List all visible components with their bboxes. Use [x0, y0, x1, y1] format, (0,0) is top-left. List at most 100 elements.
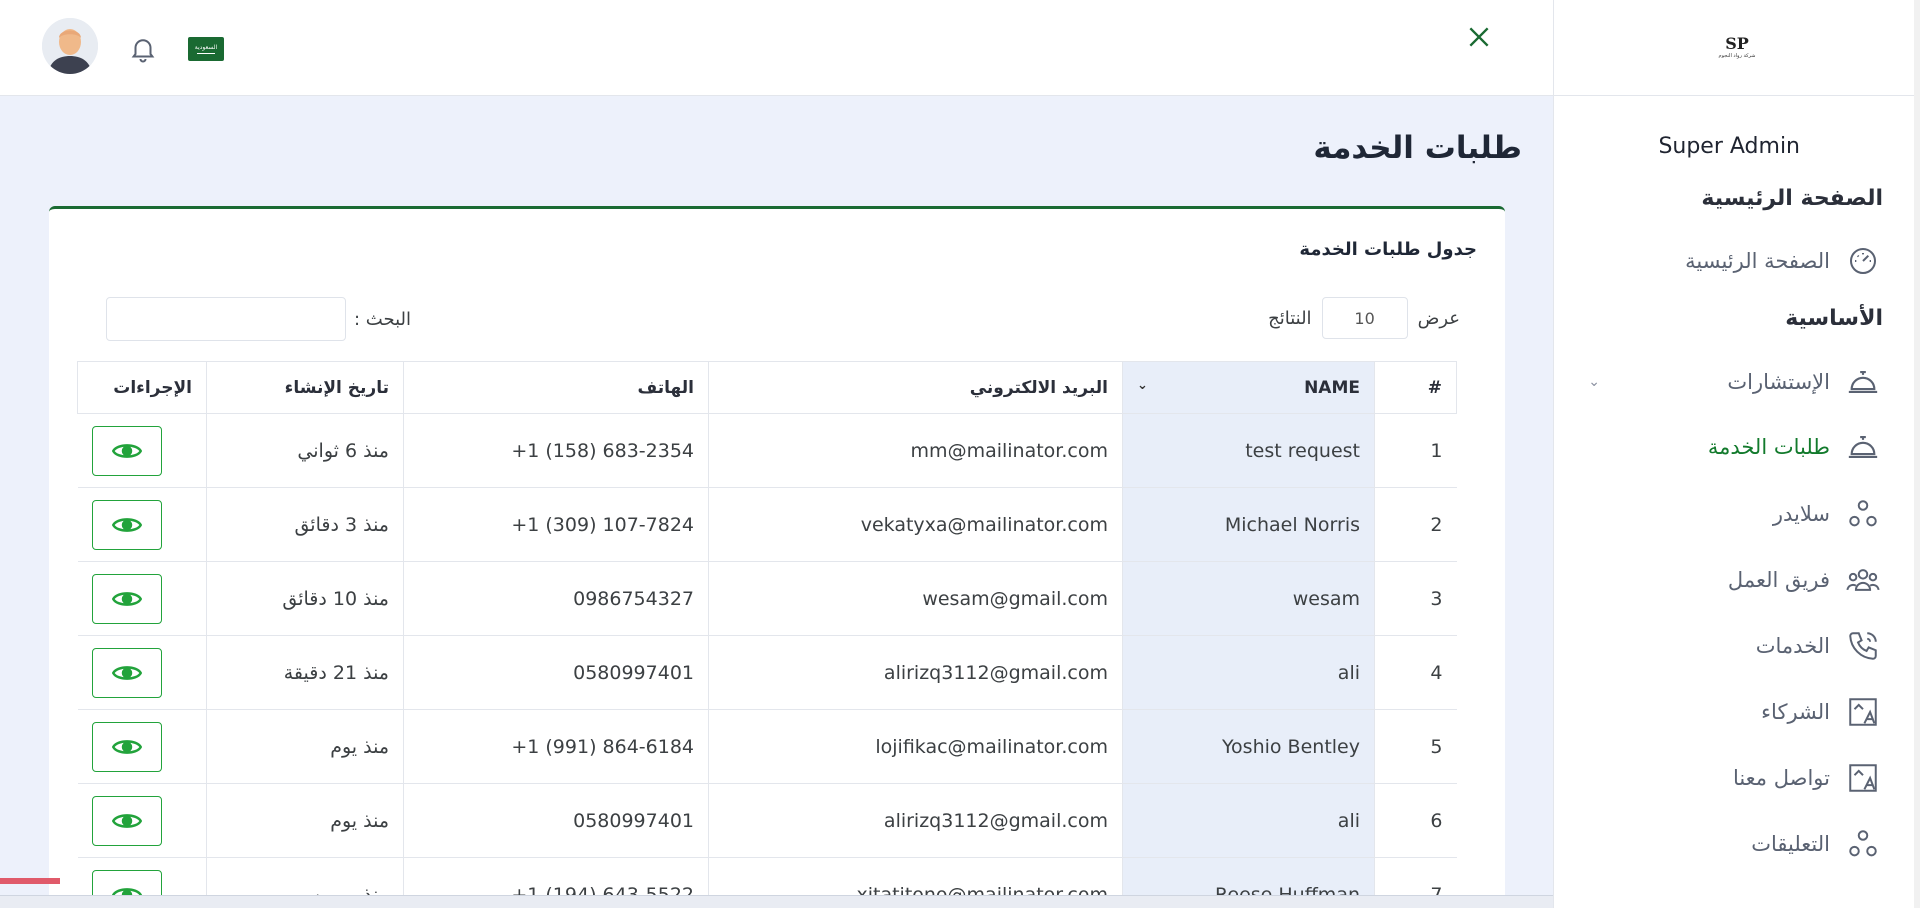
sidebar-scrollbar[interactable] — [1914, 0, 1920, 908]
user-role: Super Admin — [1658, 134, 1800, 159]
column-header-name[interactable]: NAME ⌄ — [1122, 361, 1375, 414]
gears-icon — [1844, 495, 1882, 533]
phone-text: +1 (991) 864-6184 — [511, 735, 694, 758]
column-header-phone[interactable]: الهاتف — [403, 361, 709, 414]
search-input[interactable] — [106, 297, 346, 341]
bottom-left-tab[interactable] — [0, 878, 60, 884]
cell-created: منذ 3 دقائق — [206, 487, 404, 562]
cell-phone: 0580997401 — [403, 783, 709, 858]
table-row: 1 test request mm@mailinator.com +1 (158… — [77, 413, 1457, 488]
view-button[interactable] — [91, 795, 162, 846]
cell-name: Michael Norris — [1122, 487, 1375, 562]
view-button[interactable] — [91, 499, 162, 550]
page-length-select[interactable]: 10 — [1321, 297, 1408, 339]
sidebar-item-label: طلبات الخدمة — [1707, 435, 1830, 459]
notifications-bell-icon[interactable] — [128, 34, 158, 64]
cell-name: test request — [1122, 413, 1375, 488]
flag-sword-icon — [197, 53, 215, 54]
column-header-index[interactable]: # — [1374, 361, 1457, 414]
sidebar-item-label: تواصل معنا — [1732, 766, 1830, 790]
sidebar-item-team[interactable]: فريق العمل — [1553, 555, 1920, 605]
cell-phone: 0986754327 — [403, 561, 709, 636]
table-row: 6 ali alirizq3112@gmail.com 0580997401 م… — [77, 783, 1457, 858]
sidebar-item-slider[interactable]: سلايدر — [1553, 489, 1920, 539]
cell-actions — [77, 709, 207, 784]
view-button[interactable] — [91, 721, 162, 772]
table-card: جدول طلبات الخدمة عرض 10 النتائج البحث :… — [49, 206, 1505, 908]
cell-phone: +1 (158) 683-2354 — [403, 413, 709, 488]
table-body: 1 test request mm@mailinator.com +1 (158… — [77, 413, 1457, 908]
sidebar-item-comments[interactable]: التعليقات — [1553, 819, 1920, 869]
service-requests-table: # NAME ⌄ البريد الالكتروني الهاتف تاريخ … — [77, 361, 1457, 908]
cell-index: 5 — [1374, 709, 1457, 784]
cell-actions — [77, 783, 207, 858]
cell-name: Yoshio Bentley — [1122, 709, 1375, 784]
view-button[interactable] — [91, 425, 162, 476]
cell-created: منذ يوم — [206, 783, 404, 858]
sidebar-item-services[interactable]: الخدمات — [1553, 621, 1920, 671]
data-table-wrapper: # NAME ⌄ البريد الالكتروني الهاتف تاريخ … — [77, 361, 1457, 908]
team-icon — [1844, 561, 1882, 599]
company-logo[interactable]: SP شركة رواد النجوم — [1715, 29, 1759, 67]
view-button[interactable] — [91, 573, 162, 624]
user-avatar[interactable] — [42, 18, 98, 74]
sidebar-item-partners[interactable]: الشركاء — [1553, 687, 1920, 737]
cell-email: mm@mailinator.com — [708, 413, 1123, 488]
column-header-email[interactable]: البريد الالكتروني — [708, 361, 1123, 414]
search-control: البحث : — [106, 297, 411, 341]
sidebar-item-label: سلايدر — [1772, 502, 1830, 526]
cell-name: ali — [1122, 783, 1375, 858]
eye-icon — [111, 591, 142, 606]
sidebar-item-label: فريق العمل — [1727, 568, 1830, 592]
service-bell-icon — [1844, 363, 1882, 401]
horizontal-scrollbar[interactable] — [0, 895, 1553, 908]
sidebar-item-service-requests[interactable]: طلبات الخدمة — [1553, 422, 1920, 472]
phone-text: 0580997401 — [573, 809, 694, 832]
cell-actions — [77, 413, 207, 488]
gears-icon — [1844, 825, 1882, 863]
view-button[interactable] — [91, 647, 162, 698]
column-header-label: NAME — [1304, 377, 1360, 398]
cell-created: منذ 6 ثواني — [206, 413, 404, 488]
table-row: 5 Yoshio Bentley lojifikac@mailinator.co… — [77, 709, 1457, 784]
sidebar-item-label: الصفحة الرئيسية — [1685, 249, 1830, 273]
cell-index: 6 — [1374, 783, 1457, 858]
cell-email: alirizq3112@gmail.com — [708, 783, 1123, 858]
sort-chevron-icon[interactable]: ⌄ — [1137, 378, 1148, 393]
section-title-basics: الأساسية — [1785, 306, 1883, 331]
chevron-down-icon[interactable]: ⌄ — [1588, 374, 1600, 390]
phone-text: +1 (158) 683-2354 — [511, 439, 694, 462]
sidebar-item-label: الخدمات — [1755, 634, 1830, 658]
dashboard-gauge-icon — [1844, 242, 1882, 280]
cell-actions — [77, 487, 207, 562]
cell-actions — [77, 635, 207, 710]
sidebar-item-contact[interactable]: تواصل معنا — [1553, 753, 1920, 803]
sidebar-item-dashboard[interactable]: الصفحة الرئيسية — [1553, 236, 1920, 286]
table-row: 2 Michael Norris vekatyxa@mailinator.com… — [77, 487, 1457, 562]
sidebar-item-consultations[interactable]: الإستشارات ⌄ — [1553, 357, 1920, 407]
close-sidebar-icon[interactable] — [1466, 24, 1492, 50]
eye-icon — [111, 739, 142, 754]
table-row: 4 ali alirizq3112@gmail.com 0580997401 م… — [77, 635, 1457, 710]
sidebar-item-label: الإستشارات — [1727, 370, 1830, 394]
cell-index: 3 — [1374, 561, 1457, 636]
eye-icon — [111, 517, 142, 532]
cell-email: wesam@gmail.com — [708, 561, 1123, 636]
eye-icon — [111, 443, 142, 458]
cell-phone: +1 (991) 864-6184 — [403, 709, 709, 784]
table-row: 3 wesam wesam@gmail.com 0986754327 منذ 1… — [77, 561, 1457, 636]
column-header-created[interactable]: تاريخ الإنشاء — [206, 361, 404, 414]
cell-created: منذ يوم — [206, 709, 404, 784]
language-flag[interactable]: السعودية — [188, 37, 224, 61]
eye-icon — [111, 813, 142, 828]
phone-text: 0986754327 — [573, 587, 694, 610]
cell-phone: +1 (309) 107-7824 — [403, 487, 709, 562]
sidebar-item-label: التعليقات — [1751, 832, 1830, 856]
card-title: جدول طلبات الخدمة — [1299, 239, 1477, 260]
cell-index: 4 — [1374, 635, 1457, 710]
phone-text: 0580997401 — [573, 661, 694, 684]
cell-actions — [77, 561, 207, 636]
search-label: البحث : — [354, 308, 411, 330]
sidebar-item-label: الشركاء — [1761, 700, 1830, 724]
flag-text: السعودية — [194, 44, 218, 51]
